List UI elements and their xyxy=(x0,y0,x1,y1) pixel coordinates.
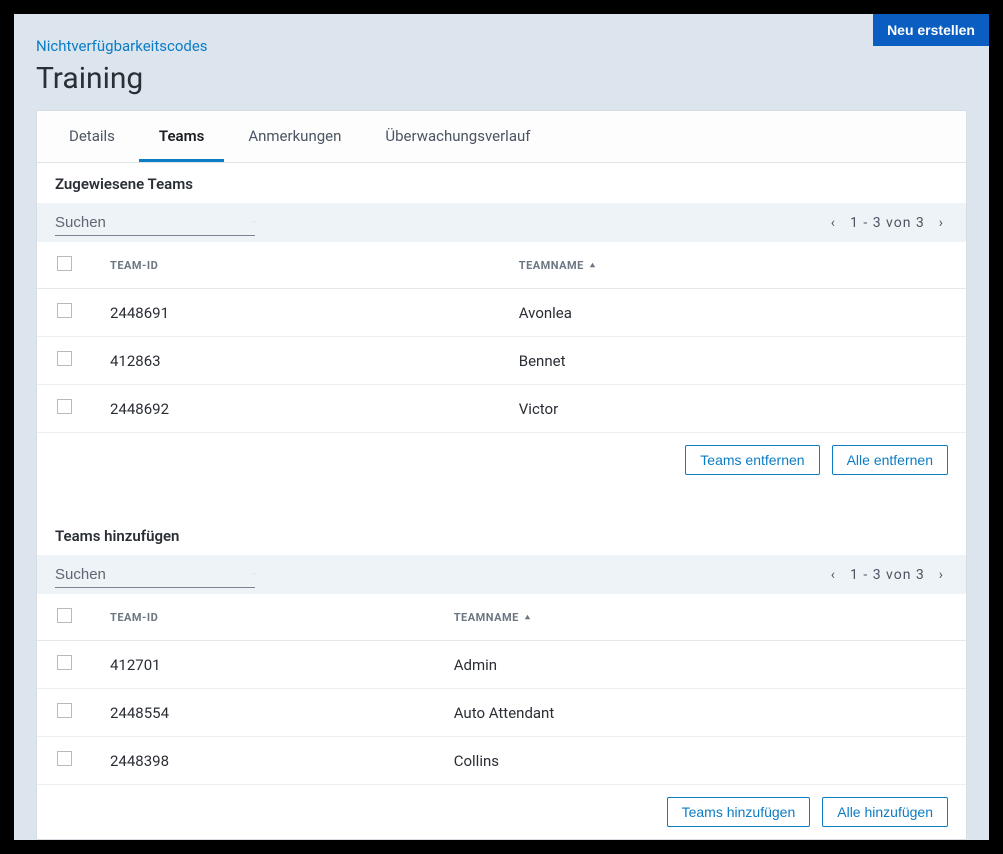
assigned-pager: ‹ 1 - 3 von 3 › xyxy=(827,211,948,235)
cell-team-id: 412701 xyxy=(92,641,436,689)
cell-team-id: 2448554 xyxy=(92,689,436,737)
pager-text: 1 - 3 von 3 xyxy=(850,215,925,231)
col-team-name[interactable]: TEAMNAME xyxy=(519,259,597,272)
pager-text: 1 - 3 von 3 xyxy=(850,567,925,583)
cell-team-id: 2448691 xyxy=(92,289,501,337)
cell-team-id: 2448692 xyxy=(92,385,501,433)
remove-all-button[interactable]: Alle entfernen xyxy=(832,445,948,475)
assigned-section-title: Zugewiesene Teams xyxy=(37,163,966,203)
cell-team-id: 2448398 xyxy=(92,737,436,785)
col-team-id[interactable]: TEAM-ID xyxy=(110,259,158,272)
add-search[interactable] xyxy=(55,561,255,588)
tab-teams[interactable]: Teams xyxy=(139,111,224,162)
table-row: 2448691 Avonlea xyxy=(37,289,966,337)
search-icon xyxy=(254,213,255,231)
row-checkbox[interactable] xyxy=(57,399,72,414)
table-row: 2448692 Victor xyxy=(37,385,966,433)
create-button[interactable]: Neu erstellen xyxy=(873,14,989,46)
tab-ueberwachungsverlauf[interactable]: Überwachungsverlauf xyxy=(365,111,550,162)
add-table: TEAM-ID TEAMNAME 412701 Admin 2448554 Au… xyxy=(37,594,966,785)
search-input[interactable] xyxy=(55,214,254,231)
assigned-table: TEAM-ID TEAMNAME 2448691 Avonlea 412863 … xyxy=(37,242,966,433)
add-teams-button[interactable]: Teams hinzufügen xyxy=(667,797,811,827)
cell-team-id: 412863 xyxy=(92,337,501,385)
table-row: 412863 Bennet xyxy=(37,337,966,385)
row-checkbox[interactable] xyxy=(57,303,72,318)
search-icon xyxy=(254,565,255,583)
add-pager: ‹ 1 - 3 von 3 › xyxy=(827,563,948,587)
pager-prev-icon[interactable]: ‹ xyxy=(827,211,840,235)
tab-details[interactable]: Details xyxy=(49,111,135,162)
page-root: Neu erstellen Nichtverfügbarkeitscodes T… xyxy=(14,14,989,840)
pager-next-icon[interactable]: › xyxy=(935,211,948,235)
sort-asc-icon xyxy=(588,261,597,270)
cell-team-name: Victor xyxy=(501,385,966,433)
sort-asc-icon xyxy=(523,613,532,622)
row-checkbox[interactable] xyxy=(57,351,72,366)
row-checkbox[interactable] xyxy=(57,751,72,766)
row-checkbox[interactable] xyxy=(57,655,72,670)
add-actions: Teams hinzufügen Alle hinzufügen xyxy=(37,785,966,839)
cell-team-name: Bennet xyxy=(501,337,966,385)
tabs: Details Teams Anmerkungen Überwachungsve… xyxy=(37,111,966,163)
page-title: Training xyxy=(36,61,967,96)
add-section-title: Teams hinzufügen xyxy=(37,515,966,555)
table-row: 412701 Admin xyxy=(37,641,966,689)
row-checkbox[interactable] xyxy=(57,703,72,718)
search-input[interactable] xyxy=(55,566,254,583)
pager-prev-icon[interactable]: ‹ xyxy=(827,563,840,587)
tab-anmerkungen[interactable]: Anmerkungen xyxy=(228,111,361,162)
cell-team-name: Collins xyxy=(436,737,966,785)
assigned-search[interactable] xyxy=(55,209,255,236)
table-row: 2448554 Auto Attendant xyxy=(37,689,966,737)
add-all-button[interactable]: Alle hinzufügen xyxy=(822,797,948,827)
assigned-toolbar: ‹ 1 - 3 von 3 › xyxy=(37,203,966,242)
assigned-actions: Teams entfernen Alle entfernen xyxy=(37,433,966,487)
select-all-checkbox[interactable] xyxy=(57,608,72,623)
breadcrumb[interactable]: Nichtverfügbarkeitscodes xyxy=(36,37,208,55)
add-toolbar: ‹ 1 - 3 von 3 › xyxy=(37,555,966,594)
col-team-name[interactable]: TEAMNAME xyxy=(454,611,532,624)
select-all-checkbox[interactable] xyxy=(57,256,72,271)
pager-next-icon[interactable]: › xyxy=(935,563,948,587)
main-panel: Details Teams Anmerkungen Überwachungsve… xyxy=(36,110,967,840)
cell-team-name: Auto Attendant xyxy=(436,689,966,737)
topbar: Neu erstellen Nichtverfügbarkeitscodes T… xyxy=(14,14,989,96)
spacer xyxy=(37,487,966,515)
remove-teams-button[interactable]: Teams entfernen xyxy=(685,445,819,475)
table-row: 2448398 Collins xyxy=(37,737,966,785)
col-team-id[interactable]: TEAM-ID xyxy=(110,611,158,624)
cell-team-name: Admin xyxy=(436,641,966,689)
cell-team-name: Avonlea xyxy=(501,289,966,337)
